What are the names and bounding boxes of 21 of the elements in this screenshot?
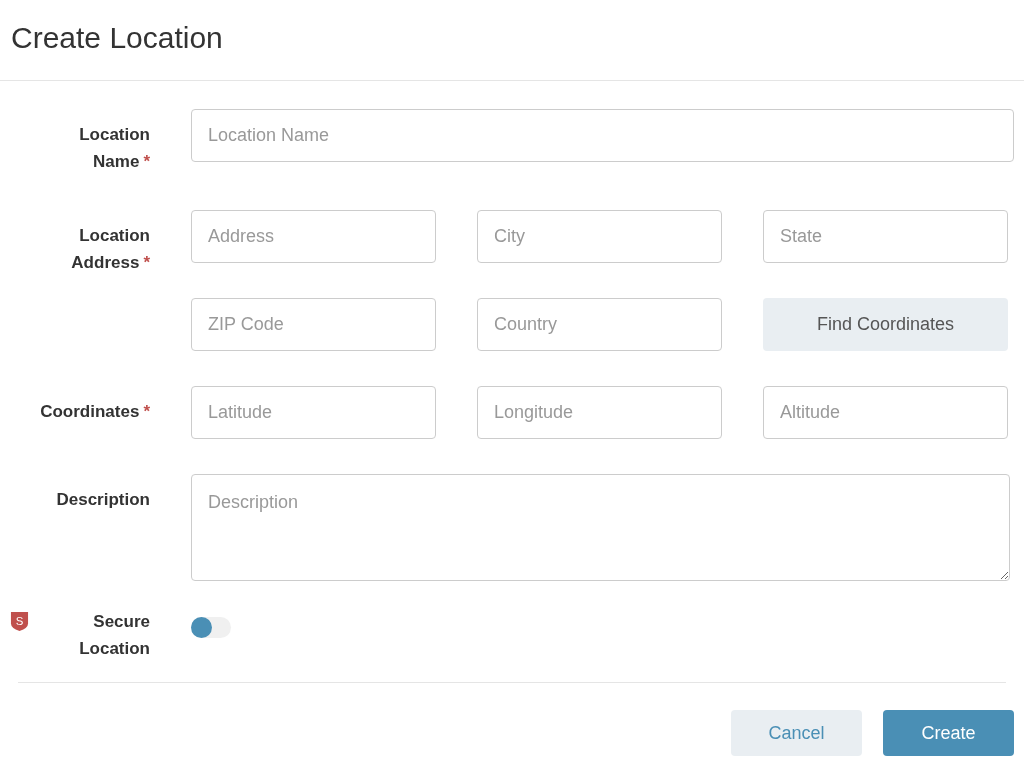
find-coordinates-button[interactable]: Find Coordinates	[763, 298, 1008, 351]
text-field[interactable]: Country	[477, 298, 722, 351]
description-field[interactable]: Description	[191, 474, 1010, 581]
field-label: Coordinates *	[40, 401, 150, 423]
text-field[interactable]: Altitude	[763, 386, 1008, 439]
text-field[interactable]: Location Name	[191, 109, 1014, 162]
text-field[interactable]: ZIP Code	[191, 298, 436, 351]
field-label: Location Address *	[70, 225, 150, 274]
text-field[interactable]: Address	[191, 210, 436, 263]
create-button[interactable]: Create	[883, 710, 1014, 756]
text-field[interactable]: Longitude	[477, 386, 722, 439]
text-field[interactable]: City	[477, 210, 722, 263]
text-field[interactable]: State	[763, 210, 1008, 263]
dialog-title: Create Location	[11, 19, 223, 56]
toggle-switch[interactable]	[191, 617, 231, 638]
text-field[interactable]: Latitude	[191, 386, 436, 439]
field-label: Description	[56, 489, 150, 511]
field-label: Secure Location	[78, 611, 150, 660]
field-label: Location Name *	[78, 124, 150, 173]
shield-icon: S	[10, 611, 29, 632]
cancel-button[interactable]: Cancel	[731, 710, 862, 756]
